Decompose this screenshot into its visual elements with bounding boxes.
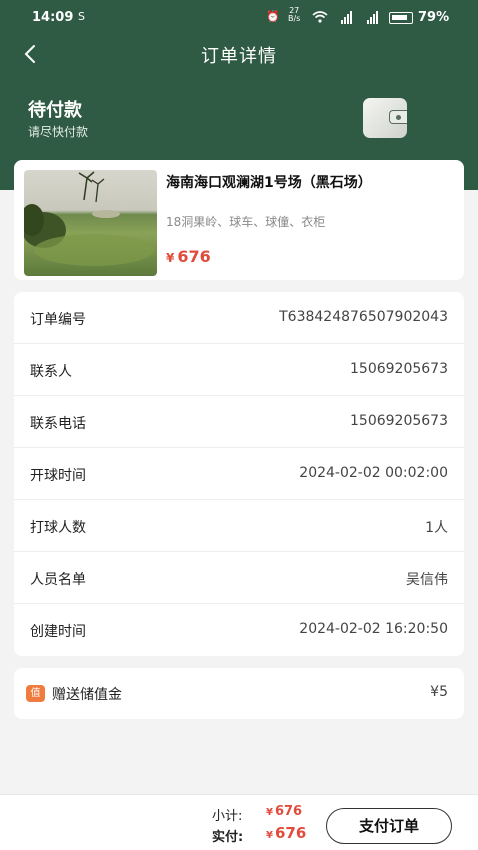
detail-row-tee-time: 开球时间 2024-02-02 00:02:00 xyxy=(14,448,464,500)
detail-row-order-number: 订单编号 T638424876507902043 xyxy=(14,292,464,344)
detail-label: 创建时间 xyxy=(30,624,86,640)
detail-value: 吴信伟 xyxy=(406,572,448,588)
detail-value: T638424876507902043 xyxy=(279,309,448,325)
detail-value: 1人 xyxy=(425,520,448,536)
detail-value: 2024-02-02 00:02:00 xyxy=(299,465,448,481)
actual-value: 676 xyxy=(274,824,307,842)
order-status-subtitle: 请尽快付款 xyxy=(28,125,89,139)
pay-order-button[interactable]: 支付订单 xyxy=(326,808,452,844)
detail-value: 15069205673 xyxy=(350,413,448,429)
alarm-icon: ⏰ xyxy=(266,10,280,23)
detail-label: 人员名单 xyxy=(30,572,86,588)
course-photo xyxy=(24,171,154,266)
subtotal-amount: ¥676 xyxy=(266,804,302,819)
detail-value: 15069205673 xyxy=(350,361,448,377)
detail-row-phone: 联系电话 15069205673 xyxy=(14,396,464,448)
detail-row-contact: 联系人 15069205673 xyxy=(14,344,464,396)
detail-label: 订单编号 xyxy=(30,312,86,328)
status-bar: 14:09 S ⏰ 27 B/s 79% xyxy=(0,0,478,36)
detail-row-created-time: 创建时间 2024-02-02 16:20:50 xyxy=(14,604,464,656)
detail-row-player-count: 打球人数 1人 xyxy=(14,500,464,552)
wallet-icon xyxy=(363,98,407,138)
wifi-icon xyxy=(312,11,328,23)
product-name: 海南海口观澜湖1号场（黑石场） xyxy=(166,175,372,191)
order-status-title: 待付款 xyxy=(28,100,82,121)
detail-row-player-list: 人员名单 吴信伟 xyxy=(14,552,464,604)
detail-value: 2024-02-02 16:20:50 xyxy=(299,621,448,637)
bonus-value: ¥5 xyxy=(430,684,448,700)
actual-label: 实付: xyxy=(212,830,244,845)
subtotal-currency: ¥ xyxy=(266,807,273,818)
nav-bar: 订单详情 xyxy=(0,36,478,72)
bonus-label: 赠送储值金 xyxy=(52,687,122,703)
signal-icon-1 xyxy=(341,11,352,24)
actual-amount: ¥676 xyxy=(266,824,306,842)
detail-label: 联系电话 xyxy=(30,416,86,432)
product-card[interactable]: 海南海口观澜湖1号场（黑石场） 18洞果岭、球车、球僮、衣柜 ¥676 xyxy=(14,160,464,280)
subtotal-label: 小计: xyxy=(212,809,243,824)
network-speed: 27 B/s xyxy=(288,7,300,23)
order-details-card: 订单编号 T638424876507902043 联系人 15069205673… xyxy=(14,292,464,656)
status-time: 14:09 xyxy=(32,10,74,25)
course-image xyxy=(24,170,157,276)
battery-icon xyxy=(389,12,413,24)
bonus-badge-icon: 值 xyxy=(26,685,45,702)
sim-icon: S xyxy=(78,10,85,23)
battery-percent: 79% xyxy=(418,10,450,25)
product-price: ¥676 xyxy=(166,247,211,266)
detail-label: 联系人 xyxy=(30,364,72,380)
detail-label: 打球人数 xyxy=(30,520,86,536)
detail-label: 开球时间 xyxy=(30,468,86,484)
bottom-payment-bar: 小计: ¥676 实付: ¥676 支付订单 xyxy=(0,794,478,850)
actual-currency: ¥ xyxy=(266,830,273,841)
network-speed-unit: B/s xyxy=(288,14,301,23)
signal-icon-2 xyxy=(367,11,378,24)
bonus-card: 值 赠送储值金 ¥5 xyxy=(14,668,464,719)
product-price-value: 676 xyxy=(177,247,211,266)
subtotal-value: 676 xyxy=(274,804,303,819)
product-description: 18洞果岭、球车、球僮、衣柜 xyxy=(166,215,326,229)
page-title: 订单详情 xyxy=(201,46,277,67)
product-price-currency: ¥ xyxy=(166,251,175,265)
